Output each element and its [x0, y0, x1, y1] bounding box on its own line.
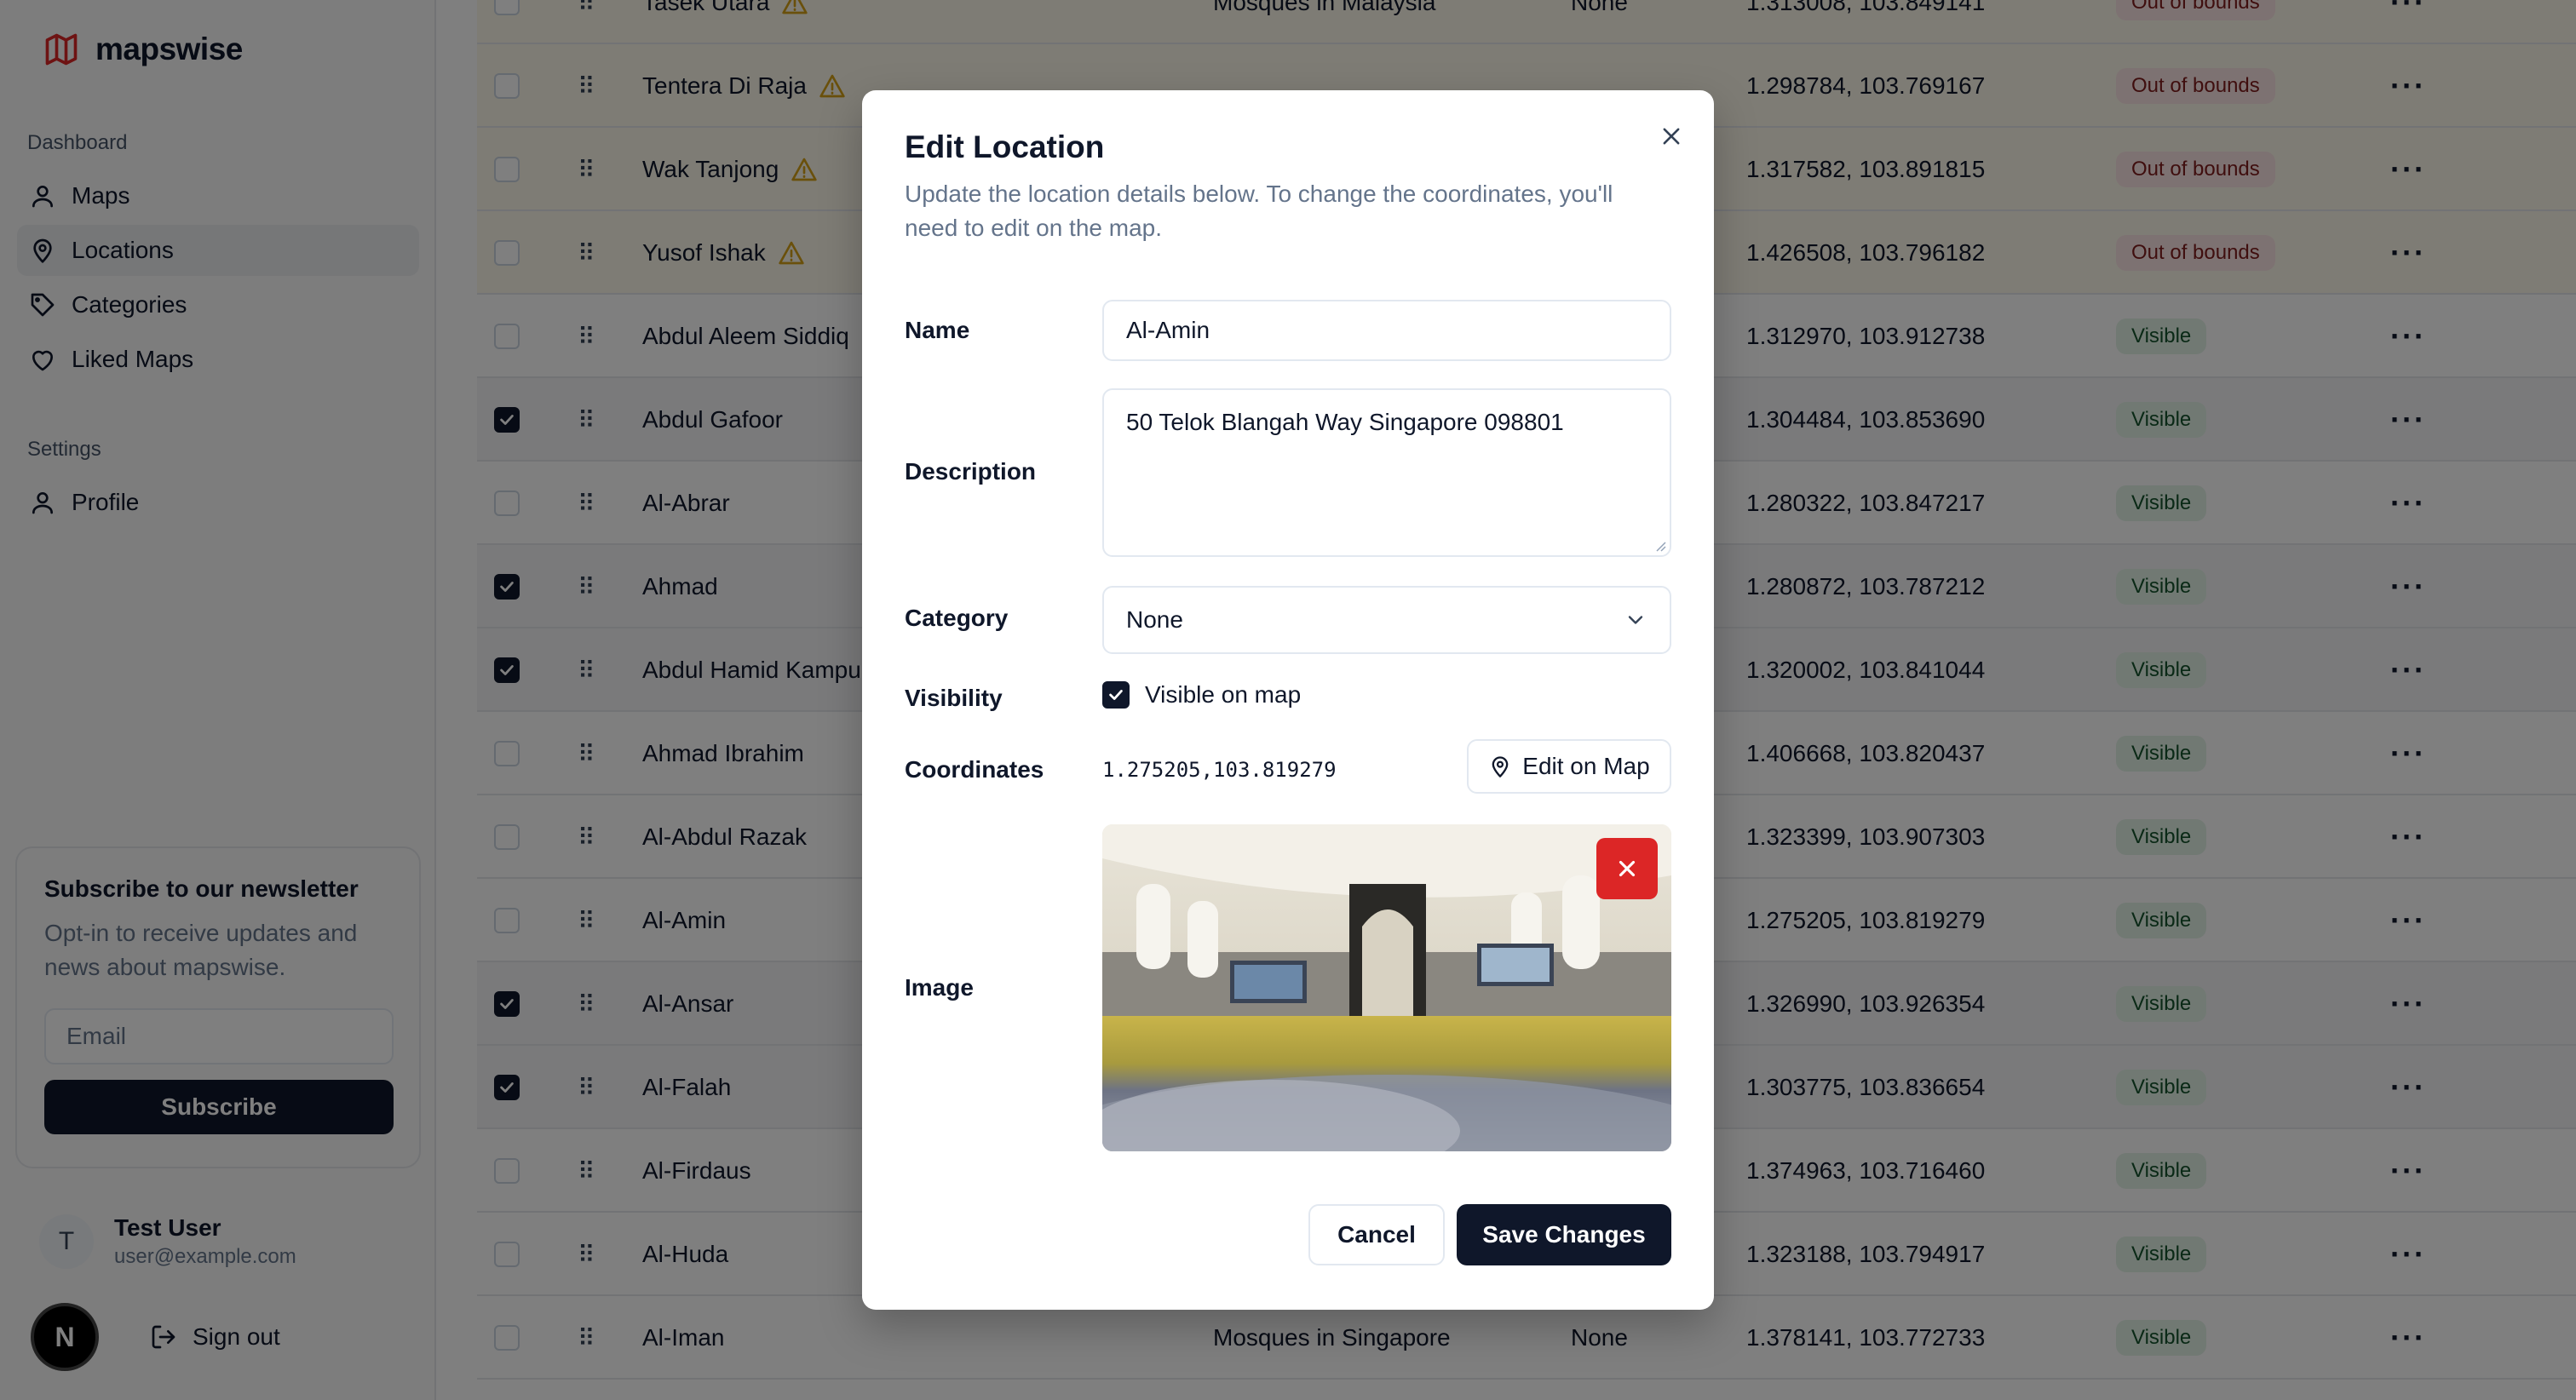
save-changes-button[interactable]: Save Changes — [1457, 1204, 1671, 1265]
resize-handle-icon[interactable] — [1653, 538, 1666, 552]
category-select[interactable]: None — [1102, 586, 1671, 654]
description-label: Description — [905, 458, 1037, 485]
dialog-description: Update the location details below. To ch… — [905, 181, 1613, 241]
chevron-down-icon — [1628, 616, 1643, 624]
edit-location-dialog: Edit Location Update the location detail… — [862, 90, 1714, 1310]
close-dialog-button[interactable] — [1654, 119, 1688, 153]
dialog-title: Edit Location — [905, 129, 1105, 164]
cancel-button[interactable]: Cancel — [1308, 1204, 1445, 1265]
visibility-checkbox-row[interactable]: Visible on map — [1102, 681, 1301, 709]
category-label: Category — [905, 605, 1009, 631]
edit-on-map-button[interactable]: Edit on Map — [1467, 739, 1671, 794]
visible-checkbox-label: Visible on map — [1145, 681, 1302, 708]
check-icon — [1109, 690, 1123, 700]
close-icon — [1619, 860, 1636, 877]
edit-on-map-label: Edit on Map — [1522, 753, 1650, 779]
remove-image-button[interactable] — [1596, 838, 1658, 899]
coordinates-value: 1.275205,103.819279 — [1102, 758, 1337, 782]
visible-checkbox[interactable] — [1102, 681, 1130, 709]
close-icon — [1663, 128, 1680, 145]
image-label: Image — [905, 974, 974, 1001]
description-textarea[interactable]: 50 Telok Blangah Way Singapore 098801 — [1102, 388, 1671, 557]
description-value: 50 Telok Blangah Way Singapore 098801 — [1126, 409, 1564, 435]
visibility-label: Visibility — [905, 685, 1003, 711]
category-value: None — [1126, 606, 1183, 633]
mosque-interior-photo — [1102, 824, 1671, 1151]
location-image — [1102, 824, 1671, 1151]
name-label: Name — [905, 317, 970, 343]
name-input[interactable]: Al-Amin — [1102, 300, 1671, 361]
coordinates-label: Coordinates — [905, 756, 1044, 783]
map-pin-icon — [1492, 756, 1509, 777]
